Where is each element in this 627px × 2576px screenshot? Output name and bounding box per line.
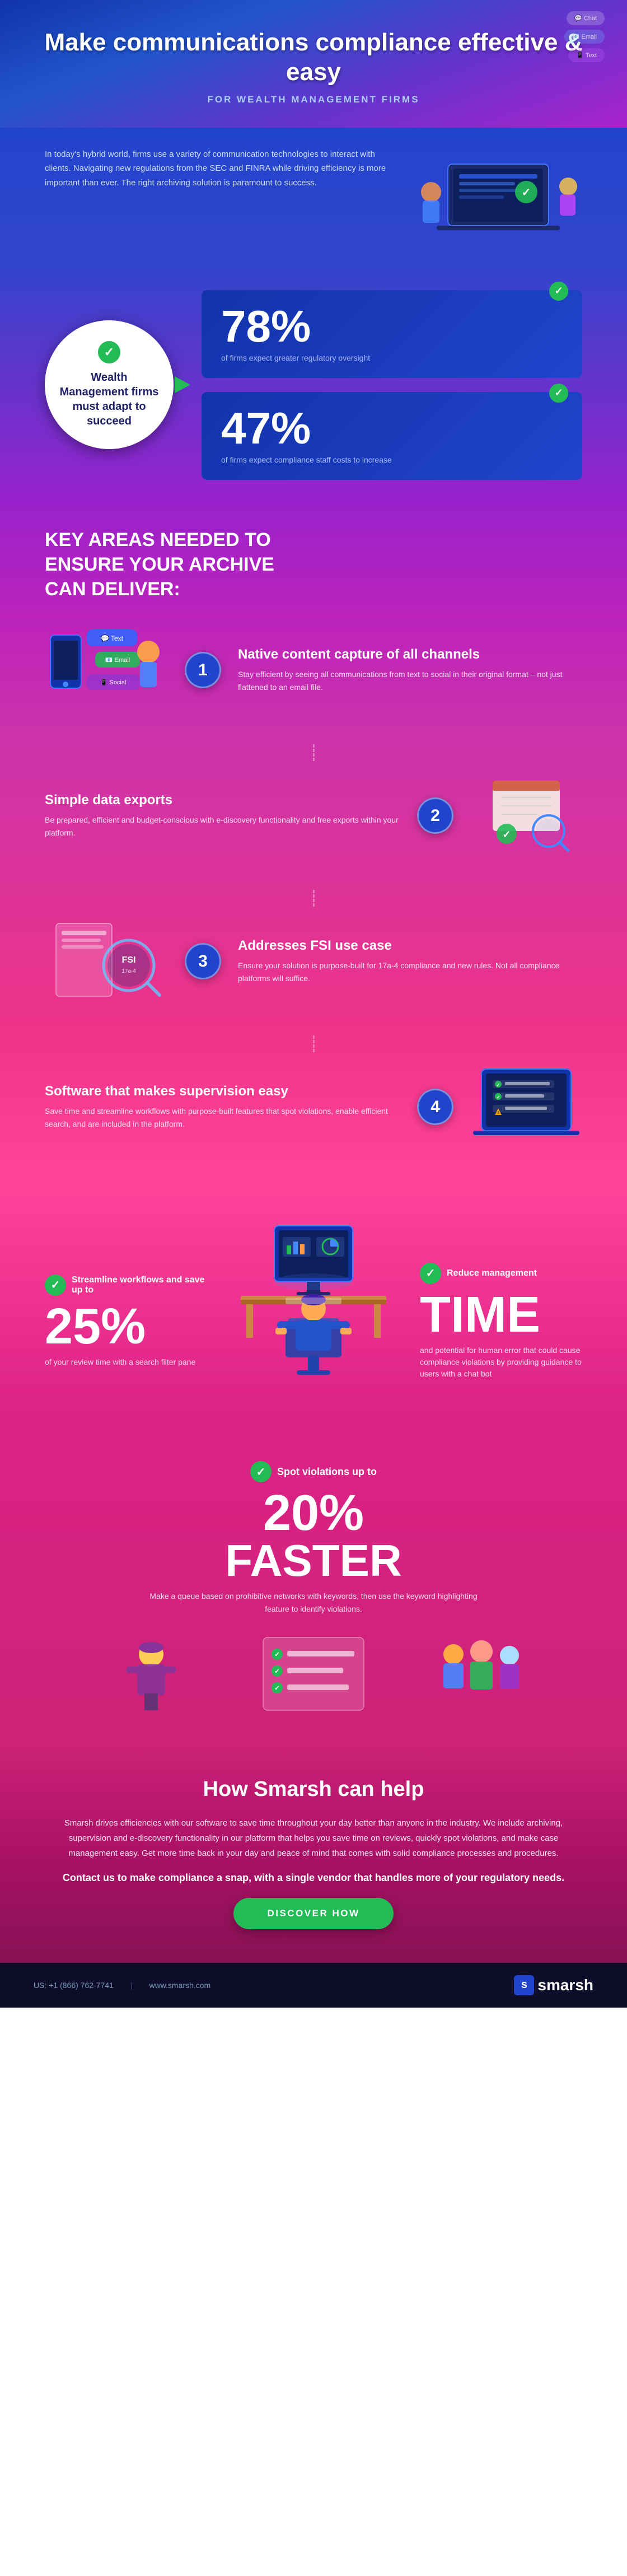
spot-percent: 20% — [263, 1488, 364, 1538]
svg-text:✓: ✓ — [522, 186, 531, 199]
stat-percent-2: 47% — [221, 406, 563, 451]
key-area-3-desc: Ensure your solution is purpose-built fo… — [238, 959, 582, 984]
discover-how-button[interactable]: DISCOVER HOW — [233, 1898, 393, 1929]
wealth-check-icon: ✓ — [98, 341, 120, 363]
stat-block-2: ✓ 47% of firms expect compliance staff c… — [202, 392, 582, 480]
time-big-word: TIME — [420, 1290, 582, 1340]
page-title: Make communications compliance effective… — [34, 28, 593, 87]
smarsh-help-heading: How Smarsh can help — [56, 1777, 571, 1802]
footer-contact: US: +1 (866) 762-7741 | www.smarsh.com — [34, 1981, 210, 1990]
streamline-label: Streamline workflows and save up to — [72, 1275, 207, 1295]
stat-desc-2: of firms expect compliance staff costs t… — [221, 454, 563, 466]
key-area-4-heading: Software that makes supervision easy — [45, 1084, 400, 1099]
wealth-stats-section: ✓ Wealth Management firms must adapt to … — [0, 268, 627, 502]
features-section: ✓ Streamline workflows and save up to 25… — [0, 1181, 627, 1744]
spot-check-icon: ✓ — [250, 1461, 272, 1482]
stat-block-1: ✓ 78% of firms expect greater regulatory… — [202, 290, 582, 378]
key-area-4-desc: Save time and streamline workflows with … — [45, 1105, 400, 1130]
svg-text:✓: ✓ — [274, 1667, 280, 1675]
svg-text:💬 Text: 💬 Text — [101, 634, 124, 642]
stat-check-1: ✓ — [549, 282, 568, 301]
svg-text:17a-4: 17a-4 — [121, 968, 136, 974]
key-area-1-content: Native content capture of all channels S… — [238, 647, 582, 693]
key-areas-title-section: KEY AREAS NEEDED TO ENSURE YOUR ARCHIVE … — [0, 502, 627, 613]
footer-divider: | — [130, 1981, 133, 1990]
streamline-detail: of your review time with a search filter… — [45, 1356, 207, 1368]
spot-label: Spot violations up to — [277, 1466, 377, 1478]
streamline-percent: 25% — [45, 1301, 207, 1352]
smarsh-help-cta-text: Contact us to make compliance a snap, wi… — [56, 1872, 571, 1884]
key-area-4-number: 4 — [417, 1089, 453, 1125]
smarsh-help-section: How Smarsh can help Smarsh drives effici… — [0, 1744, 627, 1963]
svg-text:✓: ✓ — [274, 1650, 280, 1658]
streamline-check-icon: ✓ — [45, 1275, 66, 1296]
key-area-3-content: Addresses FSI use case Ensure your solut… — [238, 938, 582, 984]
key-area-3: FSI 17a-4 3 Addresses FSI use case Ensur… — [0, 884, 627, 1030]
key-area-2-content: Simple data exports Be prepared, efficie… — [45, 792, 400, 839]
key-area-2-number: 2 — [417, 797, 453, 834]
smarsh-help-body: Smarsh drives efficiencies with our soft… — [56, 1816, 571, 1861]
spot-big-word: FASTER — [45, 1538, 582, 1583]
key-area-3-heading: Addresses FSI use case — [238, 938, 582, 954]
footer-section: US: +1 (866) 762-7741 | www.smarsh.com s… — [0, 1963, 627, 2008]
stat-check-2: ✓ — [549, 384, 568, 403]
key-area-1-heading: Native content capture of all channels — [238, 647, 582, 662]
key-area-1-number: 1 — [185, 652, 221, 688]
svg-text:✓: ✓ — [502, 829, 511, 840]
key-area-2-desc: Be prepared, efficient and budget-consci… — [45, 814, 400, 839]
svg-text:✓: ✓ — [497, 1095, 500, 1100]
stats-container: ✓ 78% of firms expect greater regulatory… — [202, 290, 582, 480]
stat-percent-1: 78% — [221, 304, 563, 349]
key-area-3-number: 3 — [185, 943, 221, 979]
header-section: Make communications compliance effective… — [0, 0, 627, 128]
intro-text: In today's hybrid world, firms use a var… — [45, 147, 392, 190]
footer-logo-text: smarsh — [537, 1976, 593, 1994]
svg-text:FSI: FSI — [122, 955, 136, 965]
footer-logo: s smarsh — [514, 1975, 593, 1995]
svg-text:📱 Social: 📱 Social — [100, 679, 127, 686]
features-left: ✓ Streamline workflows and save up to 25… — [45, 1275, 207, 1368]
intro-illustration: ✓ — [414, 147, 582, 248]
stat-desc-1: of firms expect greater regulatory overs… — [221, 352, 563, 364]
key-area-4: Software that makes supervision easy Sav… — [0, 1030, 627, 1181]
time-detail: and potential for human error that could… — [420, 1345, 582, 1380]
footer-phone: US: +1 (866) 762-7741 — [34, 1981, 114, 1990]
spot-detail: Make a queue based on prohibitive networ… — [146, 1590, 481, 1615]
features-right: ✓ Reduce management TIME and potential f… — [420, 1263, 582, 1380]
time-label: Reduce management — [447, 1268, 537, 1278]
page-subtitle: FOR WEALTH MANAGEMENT FIRMS — [34, 94, 593, 105]
feature-streamline: ✓ Streamline workflows and save up to 25… — [45, 1275, 207, 1368]
time-check-icon: ✓ — [420, 1263, 441, 1284]
intro-section: In today's hybrid world, firms use a var… — [0, 128, 627, 268]
key-area-2: Simple data exports Be prepared, efficie… — [0, 739, 627, 884]
svg-text:📧 Email: 📧 Email — [105, 657, 130, 664]
key-area-2-illustration: ✓ — [470, 769, 582, 862]
footer-website: www.smarsh.com — [149, 1981, 210, 1990]
person-illustration — [224, 1209, 403, 1433]
feature-spot: ✓ Spot violations up to 20% FASTER Make … — [45, 1461, 582, 1615]
svg-text:!: ! — [498, 1111, 499, 1115]
svg-text:✓: ✓ — [274, 1684, 280, 1692]
wealth-circle: ✓ Wealth Management firms must adapt to … — [45, 320, 174, 449]
key-area-1-desc: Stay efficient by seeing all communicati… — [238, 668, 582, 693]
wealth-circle-text: Wealth Management firms must adapt to su… — [59, 370, 160, 428]
key-area-4-content: Software that makes supervision easy Sav… — [45, 1084, 400, 1130]
key-area-2-heading: Simple data exports — [45, 792, 400, 808]
key-areas-title: KEY AREAS NEEDED TO ENSURE YOUR ARCHIVE … — [45, 528, 280, 602]
svg-text:✓: ✓ — [497, 1082, 500, 1088]
key-area-1: 💬 Text 📧 Email 📱 Social 1 Native content… — [0, 613, 627, 739]
feature-time: ✓ Reduce management TIME and potential f… — [420, 1263, 582, 1380]
key-area-1-illustration: 💬 Text 📧 Email 📱 Social — [45, 624, 168, 716]
key-area-4-illustration: ✓ ✓ ! — [470, 1061, 582, 1153]
key-area-3-illustration: FSI 17a-4 — [45, 915, 168, 1007]
